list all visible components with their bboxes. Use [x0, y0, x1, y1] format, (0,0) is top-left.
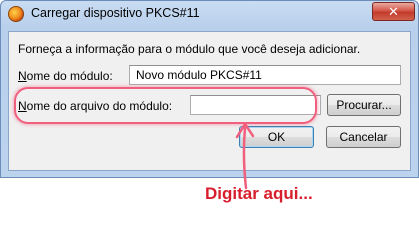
annotation-arrow-icon	[235, 122, 255, 190]
annotation-text: Digitar aqui...	[205, 184, 313, 203]
